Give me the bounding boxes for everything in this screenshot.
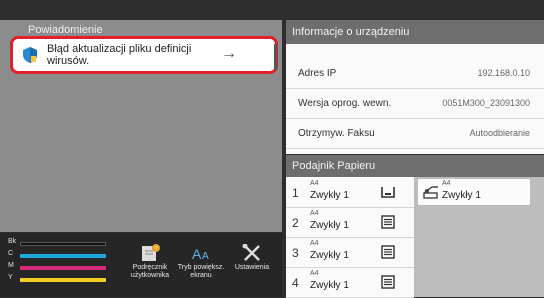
tray-number: 4: [292, 276, 299, 290]
bypass-tray[interactable]: A4 Zwykły 1: [418, 179, 530, 205]
shortcut-label: Tryb powiększ. ekranu: [177, 264, 225, 279]
user-manual-shortcut[interactable]: ? Podręcznik użytkownika: [124, 238, 176, 297]
tray-size: A4: [310, 240, 319, 247]
tray-number: 2: [292, 216, 299, 230]
paper-tray-title: Podajnik Papieru: [286, 155, 544, 177]
toner-levels: Bk C M Y: [6, 238, 112, 290]
info-label: Adres IP: [298, 68, 337, 79]
toner-row-black: Bk: [6, 238, 112, 250]
info-value: Autoodbieranie: [469, 128, 530, 138]
tray-row-3[interactable]: 3 A4 Zwykły 1: [286, 237, 414, 268]
info-value: 192.168.0.10: [477, 68, 530, 78]
shortcut-label: Ustawienia: [234, 264, 270, 271]
bypass-tray-icon: [423, 186, 438, 199]
settings-shortcut[interactable]: Ustawienia: [226, 238, 278, 297]
notification-text: Błąd aktualizacji pliku definicji wirusó…: [47, 43, 192, 67]
tray-row-4[interactable]: 4 A4 Zwykły 1: [286, 267, 414, 298]
shortcut-label: Podręcznik użytkownika: [130, 264, 170, 279]
toner-bar: [20, 254, 106, 258]
manual-icon: ?: [142, 244, 160, 261]
notification-scrollbar[interactable]: [274, 44, 277, 70]
svg-text:A: A: [192, 246, 202, 262]
info-label: Wersja oprog. wewn.: [298, 98, 392, 109]
toner-bar: [20, 242, 106, 246]
info-row-firmware: Wersja oprog. wewn. 0051M300_23091300: [286, 89, 544, 119]
toner-label: C: [8, 250, 14, 257]
bypass-type: Zwykły 1: [442, 190, 481, 201]
bypass-size: A4: [442, 180, 451, 187]
tray-drawer-icon: [381, 187, 395, 198]
notification-item[interactable]: Błąd aktualizacji pliku definicji wirusó…: [10, 36, 278, 74]
paper-tray-list: 1 A4 Zwykły 1 2 A4 Zwykły 1 3 A4 Zwykły …: [286, 177, 414, 298]
info-row-ip: Adres IP 192.168.0.10: [286, 59, 544, 89]
tray-paper-stack-icon: [381, 245, 395, 259]
tray-size: A4: [310, 180, 319, 187]
info-label: Otrzymyw. Faksu: [298, 128, 375, 139]
toner-row-cyan: C: [6, 250, 112, 262]
settings-tools-icon: [242, 244, 260, 261]
tray-type: Zwykły 1: [310, 280, 349, 291]
svg-text:A: A: [202, 251, 209, 262]
tray-row-2[interactable]: 2 A4 Zwykły 1: [286, 207, 414, 238]
toner-row-magenta: M: [6, 262, 112, 274]
tray-type: Zwykły 1: [310, 250, 349, 261]
toner-label: M: [8, 262, 14, 269]
tray-paper-stack-icon: [381, 275, 395, 289]
toner-row-yellow: Y: [6, 274, 112, 286]
device-info-title: Informacje o urządzeniu: [286, 20, 544, 44]
info-row-fax: Otrzymyw. Faksu Autoodbieranie: [286, 119, 544, 149]
tray-number: 1: [292, 186, 299, 200]
tray-row-1[interactable]: 1 A4 Zwykły 1: [286, 177, 414, 208]
arrow-right-icon[interactable]: →: [221, 45, 237, 63]
tray-size: A4: [310, 210, 319, 217]
toner-label: Y: [8, 274, 13, 281]
toner-label: Bk: [8, 238, 17, 245]
toner-bar: [20, 266, 106, 270]
tray-type: Zwykły 1: [310, 220, 349, 231]
tray-size: A4: [310, 270, 319, 277]
tray-number: 3: [292, 246, 299, 260]
tray-type: Zwykły 1: [310, 190, 349, 201]
toner-bar: [20, 278, 106, 282]
tray-paper-stack-icon: [381, 215, 395, 229]
info-value: 0051M300_23091300: [442, 98, 530, 108]
device-info-panel: Adres IP 192.168.0.10 Wersja oprog. wewn…: [286, 44, 544, 154]
screen-zoom-shortcut[interactable]: A A Tryb powiększ. ekranu: [175, 238, 227, 297]
shield-icon: [23, 47, 37, 63]
text-enlarge-icon: A A: [192, 246, 209, 262]
